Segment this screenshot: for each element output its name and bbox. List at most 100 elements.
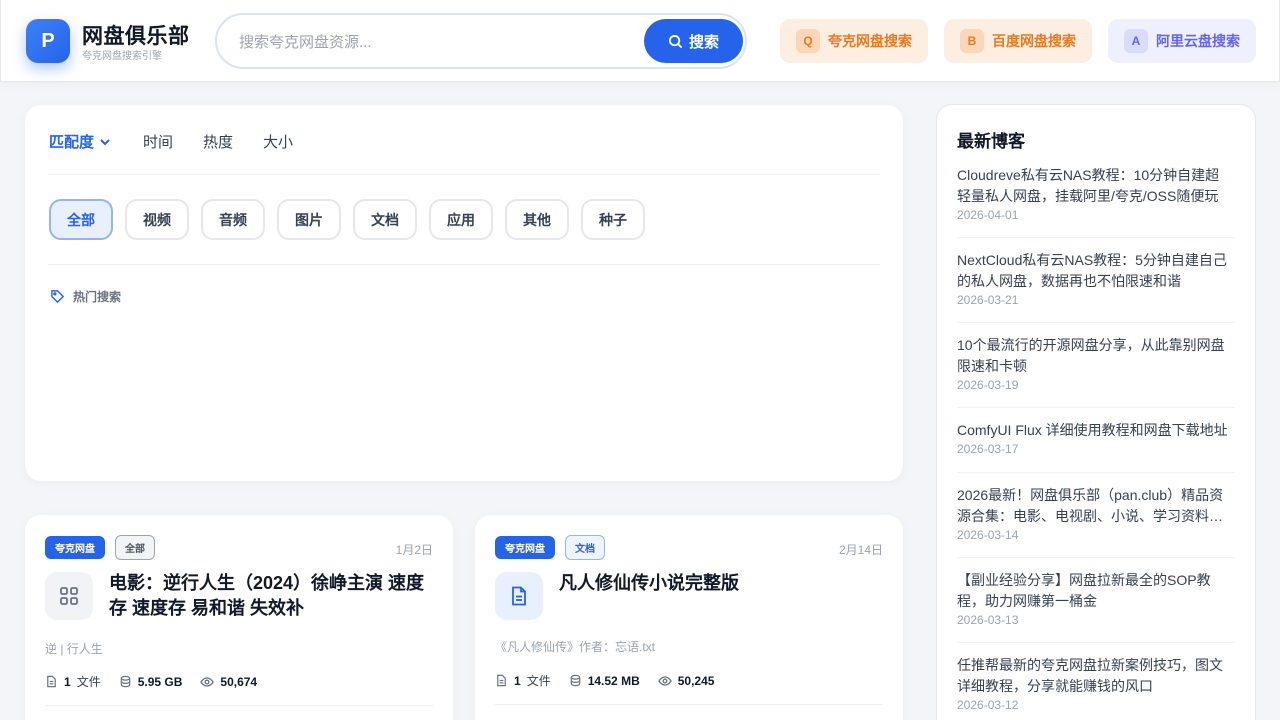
- type-tag: 文档: [565, 535, 605, 560]
- result-card[interactable]: 夸克网盘 文档 2月14日 凡人修仙传小说完整版 《凡人修仙传》作者：忘语.tx…: [475, 515, 903, 720]
- source-tag: 夸克网盘: [45, 536, 105, 559]
- category-torrent[interactable]: 种子: [581, 199, 645, 240]
- category-document[interactable]: 文档: [353, 199, 417, 240]
- result-title[interactable]: 电影：逆行人生（2024）徐峥主演 速度存 速度存 易和谐 失效补: [109, 571, 429, 621]
- divider: [957, 642, 1235, 643]
- divider: [957, 237, 1235, 238]
- search-bar: 搜索: [215, 13, 747, 69]
- document-icon: [495, 572, 543, 620]
- blog-post-date: 2026-03-21: [957, 293, 1019, 307]
- view-count-value: 50,245: [677, 673, 715, 688]
- view-count: 50,674: [200, 675, 257, 689]
- result-description: 逆 | 行人生: [45, 642, 103, 656]
- blog-post[interactable]: Cloudreve私有云NAS教程：10分钟自建超轻量私人网盘，挂载阿里/夸克/…: [957, 165, 1233, 222]
- sort-popularity[interactable]: 热度: [203, 131, 233, 152]
- file-count: 1 文件: [45, 673, 101, 690]
- file-count-value: 1: [514, 673, 521, 688]
- file-count: 1 文件: [495, 672, 551, 689]
- blog-post-date: 2026-03-19: [957, 378, 1019, 392]
- category-audio[interactable]: 音频: [201, 199, 265, 240]
- result-meta: 1 文件 5.95 GB 50,674: [45, 673, 275, 690]
- blog-post[interactable]: 10个最流行的开源网盘分享，从此靠别网盘限速和卡顿 2026-03-19: [957, 335, 1233, 392]
- site-subtitle: 夸克网盘搜索引擎: [82, 51, 162, 62]
- result-meta: 1 文件 14.52 MB 50,245: [495, 672, 732, 689]
- search-button-label: 搜索: [688, 33, 719, 51]
- chevron-down-icon: [100, 138, 110, 145]
- hot-search: 热门搜索: [50, 288, 121, 305]
- hot-search-label: 热门搜索: [73, 290, 122, 304]
- logo-letter: P: [41, 29, 55, 52]
- divider: [957, 407, 1235, 408]
- file-size: 14.52 MB: [569, 674, 640, 688]
- sort-time[interactable]: 时间: [143, 131, 173, 152]
- view-count: 50,245: [657, 673, 715, 688]
- source-tag: 夸克网盘: [495, 536, 555, 559]
- eye-icon: [657, 675, 672, 686]
- blog-post-title[interactable]: 2026最新！网盘俱乐部（pan.club）精品资源合集：电影、电视剧、小说、学…: [957, 485, 1233, 527]
- baidu-search-button[interactable]: B 百度网盘搜索: [944, 19, 1092, 63]
- category-video[interactable]: 视频: [125, 199, 189, 240]
- sort-relevance[interactable]: 匹配度: [49, 131, 112, 152]
- file-size-value: 5.95 GB: [137, 674, 183, 689]
- baidu-badge-icon: B: [960, 29, 984, 53]
- logo-icon[interactable]: P: [26, 19, 70, 63]
- grid-icon: [45, 572, 93, 620]
- blog-sidebar: 最新博客 Cloudreve私有云NAS教程：10分钟自建超轻量私人网盘，挂载阿…: [936, 104, 1256, 720]
- aliyun-badge-icon: A: [1124, 29, 1148, 53]
- file-icon: [47, 675, 56, 688]
- divider: [45, 705, 433, 706]
- divider: [957, 322, 1235, 323]
- blog-post-date: 2026-03-12: [957, 698, 1019, 712]
- category-all[interactable]: 全部: [49, 199, 113, 240]
- divider: [48, 264, 880, 265]
- result-date: 2月14日: [838, 543, 883, 557]
- divider: [957, 472, 1235, 473]
- blog-post[interactable]: 【副业经验分享】网盘拉新最全的SOP教程，助力网赚第一桶金 2026-03-13: [957, 570, 1233, 627]
- sort-relevance-label: 匹配度: [49, 134, 95, 151]
- blog-post-date: 2026-03-17: [957, 442, 1019, 456]
- quark-search-label: 夸克网盘搜索: [828, 33, 912, 49]
- blog-post[interactable]: 任推帮最新的夸克网盘拉新案例技巧，图文详细教程，分享就能赚钱的风口 2026-0…: [957, 655, 1233, 712]
- quark-search-button[interactable]: Q 夸克网盘搜索: [780, 19, 928, 63]
- blog-post[interactable]: 2026最新！网盘俱乐部（pan.club）精品资源合集：电影、电视剧、小说、学…: [957, 485, 1233, 542]
- site-title[interactable]: 网盘俱乐部: [82, 20, 190, 50]
- search-input[interactable]: [239, 30, 639, 54]
- divider: [495, 704, 883, 705]
- eye-icon: [200, 676, 215, 687]
- quark-badge-icon: Q: [796, 29, 820, 53]
- category-other[interactable]: 其他: [505, 199, 569, 240]
- result-card[interactable]: 夸克网盘 全部 1月2日 电影：逆行人生（2024）徐峥主演 速度存 速度存 易…: [25, 515, 453, 720]
- divider: [48, 174, 880, 175]
- blog-post-title[interactable]: 【副业经验分享】网盘拉新最全的SOP教程，助力网赚第一桶金: [957, 570, 1233, 612]
- blog-post-date: 2026-04-01: [957, 208, 1019, 222]
- database-icon: [120, 675, 130, 688]
- category-image[interactable]: 图片: [277, 199, 341, 240]
- file-icon: [497, 674, 506, 687]
- result-description: 《凡人修仙传》作者：忘语.txt: [495, 640, 656, 654]
- blog-post-title[interactable]: Cloudreve私有云NAS教程：10分钟自建超轻量私人网盘，挂载阿里/夸克/…: [957, 165, 1233, 207]
- blog-post[interactable]: NextCloud私有云NAS教程：5分钟自建自己的私人网盘，数据再也不怕限速和…: [957, 250, 1233, 307]
- sidebar-title: 最新博客: [957, 132, 1025, 151]
- blog-post-date: 2026-03-13: [957, 613, 1019, 627]
- baidu-search-label: 百度网盘搜索: [992, 33, 1076, 49]
- file-count-label: 文件: [76, 675, 101, 689]
- result-title[interactable]: 凡人修仙传小说完整版: [559, 571, 879, 596]
- search-icon: [668, 34, 683, 48]
- blog-post-title[interactable]: 任推帮最新的夸克网盘拉新案例技巧，图文详细教程，分享就能赚钱的风口: [957, 655, 1233, 697]
- file-count-label: 文件: [526, 674, 551, 688]
- filter-panel: 匹配度 时间 热度 大小 全部 视频 音频 图片 文档 应用 其他 种子 热门搜…: [25, 105, 903, 481]
- file-size: 5.95 GB: [119, 674, 183, 689]
- search-button[interactable]: 搜索: [644, 19, 743, 63]
- blog-post-title[interactable]: ComfyUI Flux 详细使用教程和网盘下载地址: [957, 420, 1233, 441]
- sort-size[interactable]: 大小: [263, 131, 293, 152]
- blog-post-title[interactable]: NextCloud私有云NAS教程：5分钟自建自己的私人网盘，数据再也不怕限速和…: [957, 250, 1233, 292]
- result-date: 1月2日: [395, 543, 433, 557]
- blog-post-date: 2026-03-14: [957, 528, 1019, 542]
- type-tag: 全部: [115, 535, 155, 560]
- blog-post[interactable]: ComfyUI Flux 详细使用教程和网盘下载地址 2026-03-17: [957, 420, 1233, 456]
- file-size-value: 14.52 MB: [587, 673, 640, 688]
- aliyun-search-button[interactable]: A 阿里云盘搜索: [1108, 19, 1256, 63]
- category-app[interactable]: 应用: [429, 199, 493, 240]
- blog-post-title[interactable]: 10个最流行的开源网盘分享，从此靠别网盘限速和卡顿: [957, 335, 1233, 377]
- file-count-value: 1: [64, 674, 71, 689]
